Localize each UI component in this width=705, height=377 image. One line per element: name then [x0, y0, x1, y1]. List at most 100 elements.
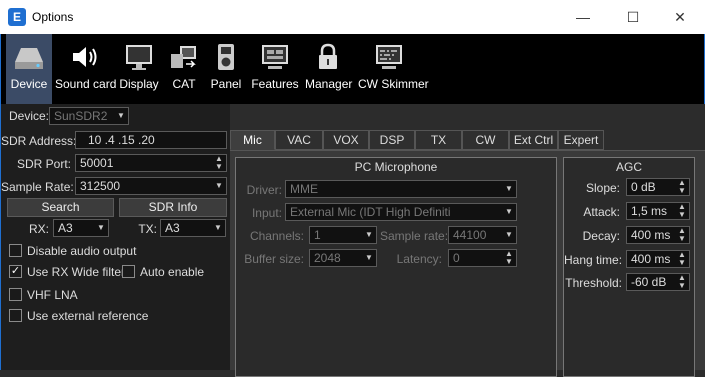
hang-time-spinner[interactable]: 400 ms ▲ ▼	[626, 250, 690, 268]
mic-tab-panel: PC Microphone Driver: MME ▼ Input: Extern…	[230, 150, 705, 377]
cw-skimmer-icon	[376, 45, 402, 69]
rx-antenna-select[interactable]: A3 ▼	[53, 219, 109, 237]
hard-drive-icon	[15, 48, 43, 69]
sdr-info-button[interactable]: SDR Info	[119, 198, 227, 217]
toolbar-panel[interactable]: Panel	[209, 34, 243, 104]
channels-label: Channels:	[249, 229, 304, 243]
mic-sample-rate-select[interactable]: 44100 ▼	[448, 226, 517, 244]
decay-spinner[interactable]: 400 ms ▲ ▼	[626, 226, 690, 244]
maximize-button[interactable]: ☐	[610, 3, 656, 31]
features-icon	[262, 45, 288, 69]
chevron-down-icon: ▼	[117, 111, 125, 120]
rx-label: RX:	[28, 222, 49, 236]
mic-sample-rate-label: Sample rate:	[380, 229, 449, 243]
tx-antenna-select[interactable]: A3 ▼	[160, 219, 226, 237]
tab-vac[interactable]: VAC	[275, 130, 323, 150]
buffer-size-label: Buffer size:	[244, 252, 304, 266]
input-label: Input:	[251, 206, 282, 220]
spin-arrows-icon[interactable]: ▲ ▼	[675, 203, 689, 219]
sdr-address-input[interactable]: 10 .4 .15 .20	[75, 131, 227, 149]
tab-ext-ctrl[interactable]: Ext Ctrl	[509, 130, 558, 150]
pc-microphone-group: PC Microphone Driver: MME ▼ Input: Extern…	[235, 157, 557, 377]
monitor-icon	[126, 45, 152, 70]
toolbar-manager[interactable]: Manager	[305, 34, 352, 104]
decay-label: Decay:	[582, 229, 620, 243]
chevron-down-icon: ▼	[214, 223, 222, 232]
attack-spinner[interactable]: 1,5 ms ▲ ▼	[626, 202, 690, 220]
chevron-down-icon: ▼	[97, 223, 105, 232]
toolbar-cw-skimmer[interactable]: CW Skimmer	[358, 34, 429, 104]
sdr-address-label: SDR Address:	[1, 134, 77, 148]
chevron-down-icon: ▼	[365, 253, 373, 262]
device-label: Device:	[9, 109, 50, 123]
toolbar-device[interactable]: Device	[6, 34, 52, 104]
tab-tx[interactable]: TX	[415, 130, 462, 150]
spin-arrows-icon[interactable]: ▲ ▼	[212, 155, 226, 171]
rx-wide-filter-checkbox[interactable]: ✓	[9, 265, 22, 278]
disable-audio-label: Disable audio output	[27, 244, 137, 258]
spin-arrows-icon[interactable]: ▲ ▼	[675, 227, 689, 243]
device-select[interactable]: SunSDR2 ▼	[49, 107, 129, 125]
rx-wide-filter-label: Use RX Wide filter	[27, 265, 126, 279]
channels-select[interactable]: 1 ▼	[309, 226, 377, 244]
tab-cw[interactable]: CW	[462, 130, 509, 150]
cat-connection-icon	[171, 46, 196, 68]
pc-microphone-title: PC Microphone	[354, 160, 438, 174]
slope-label: Slope:	[585, 181, 620, 195]
hang-time-label: Hang time:	[564, 253, 623, 267]
tab-vox[interactable]: VOX	[323, 130, 369, 150]
attack-label: Attack:	[583, 205, 620, 219]
chevron-down-icon: ▼	[505, 207, 513, 216]
auto-enable-label: Auto enable	[140, 265, 205, 279]
close-button[interactable]: ✕	[657, 3, 703, 31]
spin-arrows-icon[interactable]: ▲ ▼	[675, 274, 689, 290]
sdr-port-label: SDR Port:	[16, 157, 71, 171]
driver-label: Driver:	[246, 183, 282, 197]
tab-mic[interactable]: Mic	[230, 130, 275, 150]
panel-icon	[218, 44, 234, 70]
tab-expert[interactable]: Expert	[558, 130, 604, 150]
lock-icon	[319, 43, 337, 69]
sample-rate-select[interactable]: 312500 ▼	[75, 177, 227, 195]
spin-arrows-icon[interactable]: ▲ ▼	[675, 179, 689, 195]
window-title: Options	[32, 10, 74, 24]
agc-group: AGC Slope: 0 dB ▲ ▼ Attack: 1,5 ms ▲ ▼ Decay…	[563, 157, 695, 377]
spin-arrows-icon[interactable]: ▲ ▼	[502, 250, 516, 266]
threshold-label: Threshold:	[565, 276, 622, 290]
minimize-button[interactable]: —	[560, 3, 606, 31]
latency-label: Latency:	[396, 252, 442, 266]
vhf-lna-checkbox[interactable]	[9, 288, 22, 301]
chevron-down-icon: ▼	[215, 181, 223, 190]
chevron-down-icon: ▼	[365, 230, 373, 239]
settings-tabs: Mic VAC VOX DSP TX CW Ext Ctrl Expert	[230, 130, 705, 150]
disable-audio-checkbox[interactable]	[9, 244, 22, 257]
toolbar-sound-card[interactable]: Sound card	[55, 34, 116, 104]
slope-spinner[interactable]: 0 dB ▲ ▼	[626, 178, 690, 196]
agc-title: AGC	[615, 160, 642, 174]
tx-label: TX:	[138, 222, 157, 236]
tab-dsp[interactable]: DSP	[369, 130, 415, 150]
search-button[interactable]: Search	[7, 198, 114, 217]
latency-spinner[interactable]: 0 ▲ ▼	[448, 249, 517, 267]
speaker-icon	[73, 47, 97, 67]
options-toolbar: Device Sound card Display CAT Panel Feat…	[0, 34, 705, 104]
title-bar: E Options — ☐ ✕	[0, 0, 705, 34]
auto-enable-checkbox[interactable]	[122, 265, 135, 278]
vhf-lna-label: VHF LNA	[27, 288, 78, 302]
sample-rate-label: Sample Rate:	[1, 180, 74, 194]
driver-select[interactable]: MME ▼	[285, 180, 517, 198]
toolbar-features[interactable]: Features	[250, 34, 300, 104]
input-select[interactable]: External Mic (IDT High Definiti ▼	[285, 203, 517, 221]
spin-arrows-icon[interactable]: ▲ ▼	[675, 251, 689, 267]
external-reference-label: Use external reference	[27, 309, 149, 323]
threshold-spinner[interactable]: -60 dB ▲ ▼	[626, 273, 690, 291]
chevron-down-icon: ▼	[505, 184, 513, 193]
buffer-size-select[interactable]: 2048 ▼	[309, 249, 377, 267]
app-icon: E	[8, 8, 26, 26]
sdr-port-spinner[interactable]: 50001 ▲ ▼	[75, 154, 227, 172]
external-reference-checkbox[interactable]	[9, 309, 22, 322]
toolbar-display[interactable]: Display	[118, 34, 160, 104]
toolbar-cat[interactable]: CAT	[165, 34, 203, 104]
chevron-down-icon: ▼	[505, 230, 513, 239]
device-settings-pane: Device: SunSDR2 ▼ SDR Address: 10 .4 .15 …	[0, 104, 230, 370]
